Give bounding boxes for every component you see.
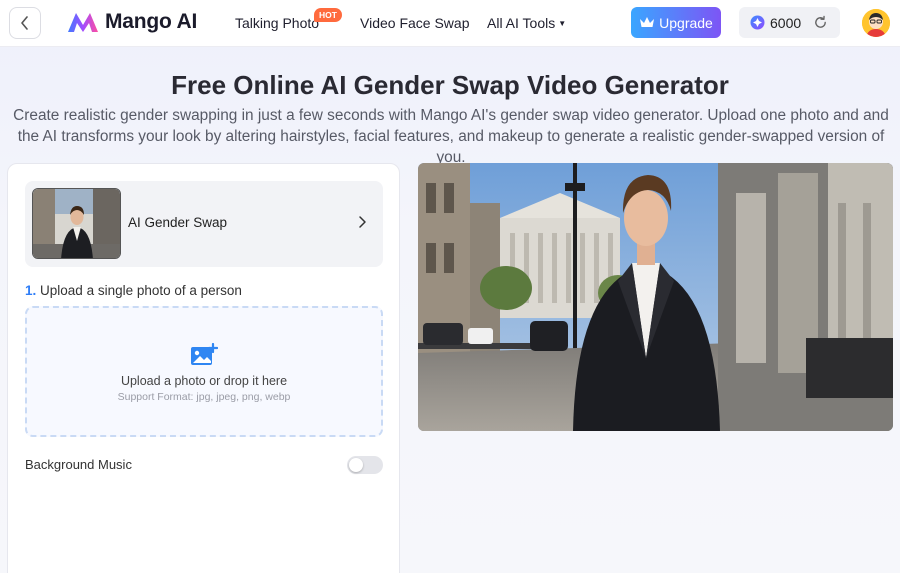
feature-label: AI Gender Swap (128, 215, 228, 230)
chevron-left-icon (21, 16, 28, 30)
credits-balance[interactable]: 6000 (739, 7, 840, 38)
background-music-label: Background Music (25, 457, 132, 472)
nav-video-face-swap[interactable]: Video Face Swap (360, 15, 469, 31)
brand-name: Mango AI (105, 10, 198, 33)
top-navigation-bar: Mango AI Talking Photo HOT Video Face Sw… (0, 0, 900, 47)
crown-icon (640, 17, 655, 27)
toggle-knob (349, 458, 363, 472)
nav-all-ai-tools-label: All AI Tools (487, 15, 556, 31)
user-avatar[interactable] (862, 9, 890, 37)
mango-logo-icon (68, 13, 98, 32)
step-number: 1. (25, 283, 37, 298)
nav-all-ai-tools[interactable]: All AI Tools ▼ (487, 15, 566, 31)
brand-logo[interactable]: Mango AI (67, 10, 197, 34)
credit-coin-icon (750, 15, 765, 30)
generator-panel: AI Gender Swap 1. Upload a single photo … (7, 163, 400, 573)
photo-upload-dropzone[interactable]: Upload a photo or drop it here Support F… (25, 306, 383, 437)
dropzone-formats: Support Format: jpg, jpeg, png, webp (117, 391, 291, 403)
upgrade-label: Upgrade (659, 14, 713, 31)
caret-down-icon: ▼ (558, 19, 567, 28)
dropzone-title: Upload a photo or drop it here (120, 374, 288, 388)
add-image-icon (191, 343, 218, 365)
avatar-illustration-icon (862, 9, 890, 37)
feature-thumbnail (32, 188, 121, 259)
back-button[interactable] (9, 7, 41, 39)
credits-value: 6000 (770, 14, 802, 31)
preview-illustration (418, 163, 893, 431)
chevron-right-icon (359, 216, 366, 228)
upload-step-label: 1. Upload a single photo of a person (25, 283, 242, 298)
refresh-icon[interactable] (813, 15, 828, 30)
hot-badge: HOT (314, 8, 342, 22)
feature-selector-card[interactable]: AI Gender Swap (25, 181, 383, 267)
result-preview-image (418, 163, 893, 431)
background-music-toggle[interactable] (347, 456, 383, 474)
page-title: Free Online AI Gender Swap Video Generat… (171, 70, 729, 100)
nav-talking-photo[interactable]: Talking Photo (235, 15, 319, 31)
step-text: Upload a single photo of a person (40, 283, 242, 298)
upgrade-button[interactable]: Upgrade (631, 7, 721, 38)
page-description: Create realistic gender swapping in just… (13, 107, 889, 166)
